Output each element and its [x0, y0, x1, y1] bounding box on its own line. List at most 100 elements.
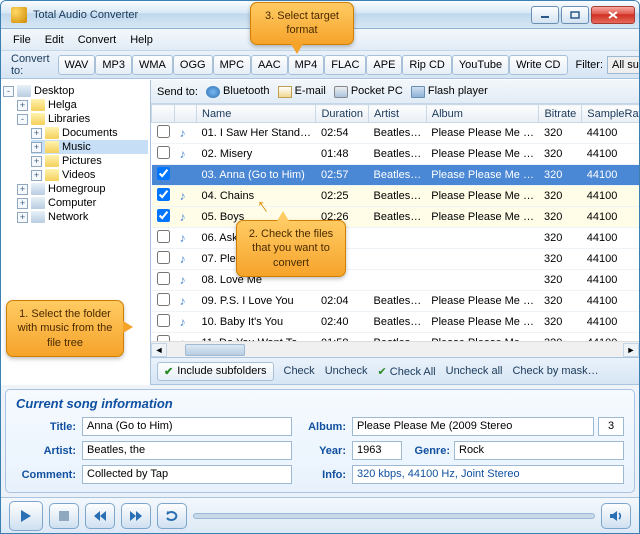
play-button[interactable]	[9, 501, 43, 531]
expand-icon[interactable]: +	[17, 100, 28, 111]
artist-field[interactable]: Beatles, the	[82, 441, 292, 460]
row-checkbox[interactable]	[157, 167, 170, 180]
maximize-button[interactable]	[561, 6, 589, 24]
table-row[interactable]: ♪01. I Saw Her Stand…02:54Beatles…Please…	[152, 123, 640, 144]
tree-item-music[interactable]: +Music	[31, 140, 148, 154]
title-field[interactable]: Anna (Go to Him)	[82, 417, 292, 436]
tree-item-videos[interactable]: +Videos	[31, 168, 148, 182]
row-checkbox[interactable]	[157, 272, 170, 285]
row-checkbox[interactable]	[157, 314, 170, 327]
genre-field[interactable]: Rock	[454, 441, 624, 460]
table-row[interactable]: ♪11. Do You Want To01:58Beatles…Please P…	[152, 333, 640, 342]
cell-name: 03. Anna (Go to Him)	[197, 165, 316, 186]
tree-item-desktop[interactable]: -Desktop	[3, 84, 148, 98]
track-field[interactable]: 3	[598, 417, 624, 436]
file-list[interactable]: NameDurationArtistAlbumBitrateSampleRate…	[151, 104, 639, 341]
row-checkbox[interactable]	[157, 251, 170, 264]
next-button[interactable]	[121, 503, 151, 529]
tree-item-network[interactable]: +Network	[17, 210, 148, 224]
checkall-button[interactable]: ✔ Check All	[377, 365, 435, 378]
format-youtube[interactable]: YouTube	[452, 55, 509, 75]
tree-item-helga[interactable]: +Helga	[17, 98, 148, 112]
uncheck-button[interactable]: Uncheck	[325, 365, 368, 377]
album-field[interactable]: Please Please Me (2009 Stereo	[352, 417, 594, 436]
include-subfolders-button[interactable]: ✔Include subfolders	[157, 362, 274, 381]
stop-button[interactable]	[49, 503, 79, 529]
format-flac[interactable]: FLAC	[324, 55, 366, 75]
comment-field[interactable]: Collected by Tap	[82, 465, 292, 484]
seek-track[interactable]	[193, 513, 595, 519]
tree-item-computer[interactable]: +Computer	[17, 196, 148, 210]
table-row[interactable]: ♪03. Anna (Go to Him)02:57Beatles…Please…	[152, 165, 640, 186]
col-bitrate[interactable]: Bitrate	[539, 105, 582, 123]
scroll-right-icon[interactable]: ►	[623, 343, 639, 357]
format-ape[interactable]: APE	[366, 55, 402, 75]
col-name[interactable]: Name	[197, 105, 316, 123]
menu-convert[interactable]: Convert	[72, 32, 123, 48]
format-mp3[interactable]: MP3	[95, 55, 132, 75]
expand-icon[interactable]: +	[17, 184, 28, 195]
expand-icon[interactable]: +	[31, 156, 42, 167]
format-writecd[interactable]: Write CD	[509, 55, 567, 75]
close-button[interactable]	[591, 6, 635, 24]
expand-icon[interactable]: +	[31, 142, 42, 153]
row-checkbox[interactable]	[157, 146, 170, 159]
menu-edit[interactable]: Edit	[39, 32, 70, 48]
sendto-flash[interactable]: Flash player	[411, 85, 488, 97]
sendto-email[interactable]: E-mail	[278, 85, 326, 97]
cell-artist: Beatles…	[369, 291, 427, 312]
format-ripcd[interactable]: Rip CD	[402, 55, 451, 75]
mail-icon	[278, 86, 292, 98]
expand-icon[interactable]: +	[31, 128, 42, 139]
tree-item-pictures[interactable]: +Pictures	[31, 154, 148, 168]
sendto-bluetooth[interactable]: Bluetooth	[206, 85, 270, 97]
row-checkbox[interactable]	[157, 293, 170, 306]
sendto-pocketpc[interactable]: Pocket PC	[334, 85, 403, 97]
menu-help[interactable]: Help	[124, 32, 159, 48]
table-row[interactable]: ♪10. Baby It's You02:40Beatles…Please Pl…	[152, 312, 640, 333]
format-mp4[interactable]: MP4	[288, 55, 325, 75]
col-album[interactable]: Album	[426, 105, 539, 123]
format-mpc[interactable]: MPC	[213, 55, 251, 75]
expand-icon[interactable]: -	[17, 114, 28, 125]
table-row[interactable]: ♪08. Love Me32044100	[152, 270, 640, 291]
format-wma[interactable]: WMA	[132, 55, 173, 75]
row-checkbox[interactable]	[157, 209, 170, 222]
prev-button[interactable]	[85, 503, 115, 529]
table-row[interactable]: ♪05. Boys02:26Beatles…Please Please Me ……	[152, 207, 640, 228]
cell-samplerate: 44100	[582, 249, 639, 270]
format-aac[interactable]: AAC	[251, 55, 288, 75]
table-row[interactable]: ♪07. Please Pl32044100	[152, 249, 640, 270]
col-samplerate[interactable]: SampleRate	[582, 105, 639, 123]
minimize-button[interactable]	[531, 6, 559, 24]
table-row[interactable]: ♪02. Misery01:48Beatles…Please Please Me…	[152, 144, 640, 165]
table-row[interactable]: ♪04. Chains02:25Beatles…Please Please Me…	[152, 186, 640, 207]
row-checkbox[interactable]	[157, 230, 170, 243]
menu-file[interactable]: File	[7, 32, 37, 48]
col-duration[interactable]: Duration	[316, 105, 369, 123]
uncheckall-button[interactable]: Uncheck all	[446, 365, 503, 377]
hscrollbar[interactable]: ◄ ►	[151, 341, 639, 357]
row-checkbox[interactable]	[157, 125, 170, 138]
year-field[interactable]: 1963	[352, 441, 402, 460]
expand-icon[interactable]: +	[31, 170, 42, 181]
expand-icon[interactable]: -	[3, 86, 14, 97]
format-wav[interactable]: WAV	[58, 55, 96, 75]
format-ogg[interactable]: OGG	[173, 55, 213, 75]
repeat-button[interactable]	[157, 503, 187, 529]
check-by-mask-button[interactable]: Check by mask…	[512, 365, 598, 377]
table-row[interactable]: ♪09. P.S. I Love You02:04Beatles…Please …	[152, 291, 640, 312]
table-row[interactable]: ♪06. Ask Me32044100	[152, 228, 640, 249]
filter-select[interactable]: All suitab	[607, 56, 640, 74]
tree-item-documents[interactable]: +Documents	[31, 126, 148, 140]
row-checkbox[interactable]	[157, 188, 170, 201]
col-artist[interactable]: Artist	[369, 105, 427, 123]
tree-item-homegroup[interactable]: +Homegroup	[17, 182, 148, 196]
expand-icon[interactable]: +	[17, 198, 28, 209]
expand-icon[interactable]: +	[17, 212, 28, 223]
tree-item-libraries[interactable]: -Libraries	[17, 112, 148, 126]
volume-button[interactable]	[601, 503, 631, 529]
check-button[interactable]: Check	[284, 365, 315, 377]
scroll-thumb[interactable]	[185, 344, 245, 356]
scroll-left-icon[interactable]: ◄	[151, 343, 167, 357]
